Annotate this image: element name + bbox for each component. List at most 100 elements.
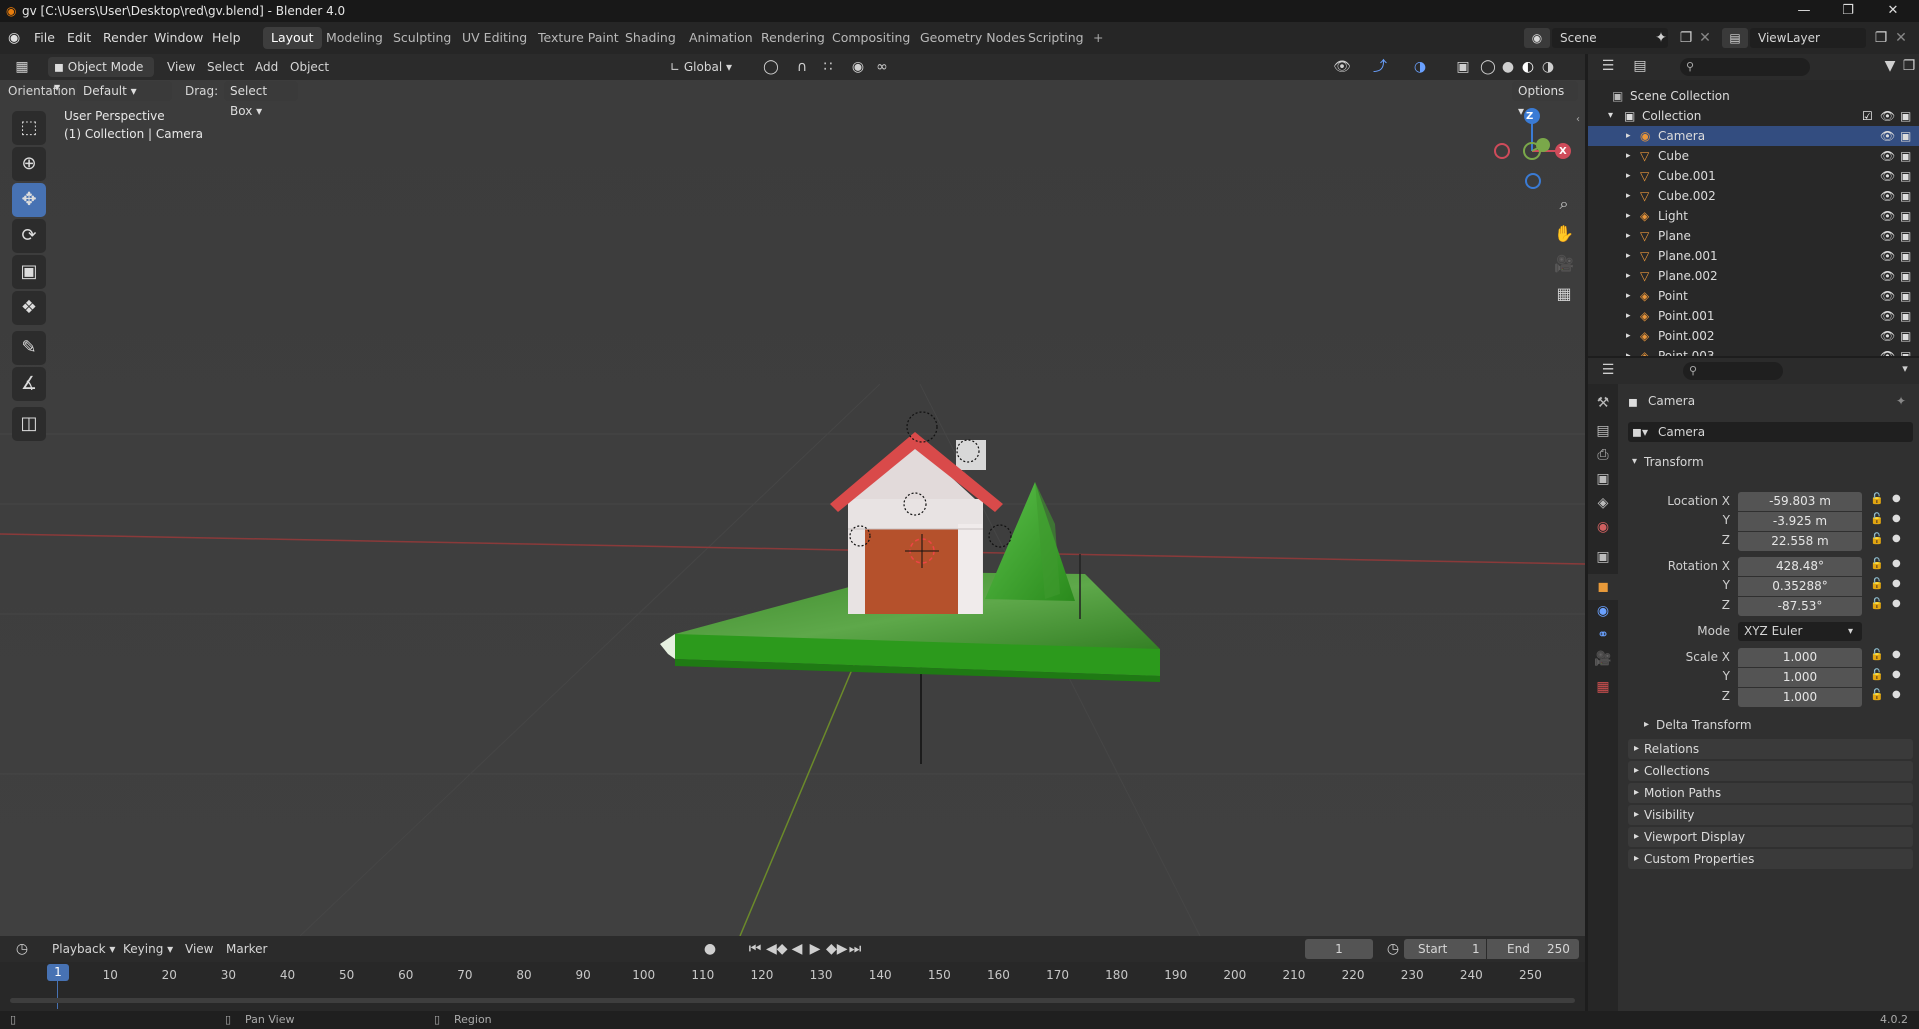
render-camera-icon[interactable]: ▣ <box>1900 226 1911 246</box>
outliner-row[interactable]: ▸ ◉ Camera 👁 ▣ <box>1588 126 1919 146</box>
outliner-row[interactable]: ▸ ▽ Cube 👁 ▣ <box>1588 146 1919 166</box>
view-layer-tab-icon[interactable]: ▣ <box>1588 466 1618 492</box>
move-icon[interactable]: ✥ <box>12 183 46 217</box>
eye-icon[interactable]: 👁 <box>1880 146 1895 166</box>
render-camera-icon[interactable]: ▣ <box>1900 106 1911 126</box>
menu-object[interactable]: Object <box>290 54 329 80</box>
render-camera-icon[interactable]: ▣ <box>1900 246 1911 266</box>
outliner-scene-collection[interactable]: ▣ Scene Collection <box>1588 86 1919 106</box>
snap-icon[interactable]: ∩ <box>790 54 814 80</box>
add-workspace-button[interactable]: + <box>1085 27 1111 49</box>
render-tab-icon[interactable]: ▤ <box>1588 418 1618 444</box>
tab-texture-paint[interactable]: Texture Paint <box>530 27 627 49</box>
panel-custom-properties[interactable]: ▸ Custom Properties <box>1628 849 1913 869</box>
scene-name-field[interactable]: Scene <box>1552 28 1668 48</box>
properties-editor-icon[interactable]: ☰ <box>1596 362 1620 378</box>
tool-tab-icon[interactable]: ⚒ <box>1588 390 1618 416</box>
menu-select[interactable]: Select <box>207 54 244 80</box>
output-tab-icon[interactable]: ⎙ <box>1588 442 1618 468</box>
tab-modeling[interactable]: Modeling <box>318 27 391 49</box>
tab-rendering[interactable]: Rendering <box>753 27 833 49</box>
menu-add[interactable]: Add <box>255 54 278 80</box>
eye-icon[interactable]: 👁 <box>1880 246 1895 266</box>
render-camera-icon[interactable]: ▣ <box>1900 146 1911 166</box>
add-cube-icon[interactable]: ◫ <box>12 407 46 441</box>
object-mode-dropdown[interactable]: ◼ Object Mode ▾ <box>48 57 154 94</box>
texture-tab-icon[interactable]: ▦ <box>1588 674 1618 700</box>
filter-icon[interactable]: ▼ <box>1878 58 1902 74</box>
eye-icon[interactable]: 👁 <box>1880 206 1895 226</box>
constraints-tab-icon[interactable]: ⚭ <box>1588 622 1618 648</box>
outliner-row[interactable]: ▸ ▽ Plane 👁 ▣ <box>1588 226 1919 246</box>
pan-hand-icon[interactable]: ✋ <box>1552 224 1576 243</box>
eye-icon[interactable]: 👁 <box>1880 226 1895 246</box>
location-z-field[interactable]: 22.558 m <box>1738 532 1862 551</box>
keyframe-dot-icon[interactable]: ● <box>1892 558 1901 569</box>
proportional-edit-icon[interactable]: ◉ <box>848 54 868 80</box>
object-browse-icon[interactable]: ◼▾ <box>1632 422 1648 442</box>
panel-motion-paths[interactable]: ▸ Motion Paths <box>1628 783 1913 803</box>
keyframe-dot-icon[interactable]: ● <box>1892 669 1901 680</box>
lock-icon[interactable]: 🔓 <box>1870 597 1884 610</box>
keyframe-dot-icon[interactable]: ● <box>1892 578 1901 589</box>
scene-browse-icon[interactable]: ◉ <box>1524 28 1550 48</box>
render-camera-icon[interactable]: ▣ <box>1900 126 1911 146</box>
expand-icon[interactable]: ▸ <box>1626 206 1631 226</box>
exclude-checkbox-icon[interactable]: ☑ <box>1862 106 1873 126</box>
expand-icon[interactable]: ▸ <box>1626 266 1631 286</box>
menu-window[interactable]: Window <box>154 22 203 54</box>
menu-edit[interactable]: Edit <box>67 22 91 54</box>
maximize-icon[interactable]: ❐ <box>1828 0 1868 22</box>
tab-shading[interactable]: Shading <box>617 27 684 49</box>
render-camera-icon[interactable]: ▣ <box>1900 346 1911 356</box>
scale-y-field[interactable]: 1.000 <box>1738 668 1862 687</box>
close-icon[interactable]: ✕ <box>1873 0 1913 22</box>
rotation-mode-dropdown[interactable]: XYZ Euler ▾ <box>1738 622 1862 641</box>
gizmo-toggle-icon[interactable]: ⤴ <box>1368 54 1392 80</box>
tab-layout[interactable]: Layout <box>263 27 322 49</box>
expand-icon[interactable]: ▸ <box>1626 346 1631 356</box>
pivot-point-icon[interactable]: ◯ <box>756 54 786 80</box>
keyframe-dot-icon[interactable]: ● <box>1892 513 1901 524</box>
measure-icon[interactable]: ∡ <box>12 367 46 401</box>
scale-x-field[interactable]: 1.000 <box>1738 648 1862 667</box>
pin-icon[interactable]: ✦ <box>1896 394 1906 408</box>
annotate-icon[interactable]: ✎ <box>12 331 46 365</box>
eye-icon[interactable]: 👁 <box>1880 126 1895 146</box>
viewlayer-name-field[interactable]: ViewLayer <box>1750 28 1866 48</box>
timeline-scrollbar[interactable] <box>10 998 1575 1003</box>
cursor-icon[interactable]: ⊕ <box>12 147 46 181</box>
display-mode-icon[interactable]: ▤ <box>1628 58 1652 74</box>
lock-icon[interactable]: 🔓 <box>1870 557 1884 570</box>
render-camera-icon[interactable]: ▣ <box>1900 166 1911 186</box>
render-camera-icon[interactable]: ▣ <box>1900 186 1911 206</box>
menu-help[interactable]: Help <box>212 22 241 54</box>
lock-icon[interactable]: 🔓 <box>1870 532 1884 545</box>
outliner-row[interactable]: ▸ ◈ Point.003 👁 ▣ <box>1588 346 1919 356</box>
keyframe-dot-icon[interactable]: ● <box>1892 689 1901 700</box>
scene-tab-icon[interactable]: ◈ <box>1588 490 1618 516</box>
rotate-icon[interactable]: ⟳ <box>12 219 46 253</box>
panel-viewport-display[interactable]: ▸ Viewport Display <box>1628 827 1913 847</box>
delete-viewlayer-icon[interactable]: ✕ <box>1893 22 1909 54</box>
object-datablock-field[interactable]: ◼▾ Camera <box>1628 422 1913 442</box>
playhead[interactable]: 1 <box>47 964 69 981</box>
world-tab-icon[interactable]: ◉ <box>1588 514 1618 540</box>
outliner-row[interactable]: ▸ ◈ Point.001 👁 ▣ <box>1588 306 1919 326</box>
transform-orientation-dropdown[interactable]: ∟ Global ▾ <box>670 54 750 80</box>
drag-dropdown[interactable]: Select Box ▾ <box>224 81 298 118</box>
delete-scene-icon[interactable]: ✕ <box>1697 22 1713 54</box>
falloff-icon[interactable]: ∞ <box>870 54 894 80</box>
select-box-icon[interactable]: ⬚ <box>12 111 46 145</box>
scale-icon[interactable]: ▣ <box>12 255 46 289</box>
location-y-field[interactable]: -3.925 m <box>1738 512 1862 531</box>
tab-uv-editing[interactable]: UV Editing <box>454 27 535 49</box>
eye-icon[interactable]: 👁 <box>1880 166 1895 186</box>
lock-icon[interactable]: 🔓 <box>1870 688 1884 701</box>
lock-icon[interactable]: 🔓 <box>1870 492 1884 505</box>
outliner-editor-icon[interactable]: ☰ <box>1596 58 1620 74</box>
expand-icon[interactable]: ▸ <box>1626 326 1631 346</box>
outliner-row[interactable]: ▸ ◈ Point.002 👁 ▣ <box>1588 326 1919 346</box>
overlays-icon[interactable]: ◑ <box>1408 54 1432 80</box>
location-x-field[interactable]: -59.803 m <box>1738 492 1862 511</box>
